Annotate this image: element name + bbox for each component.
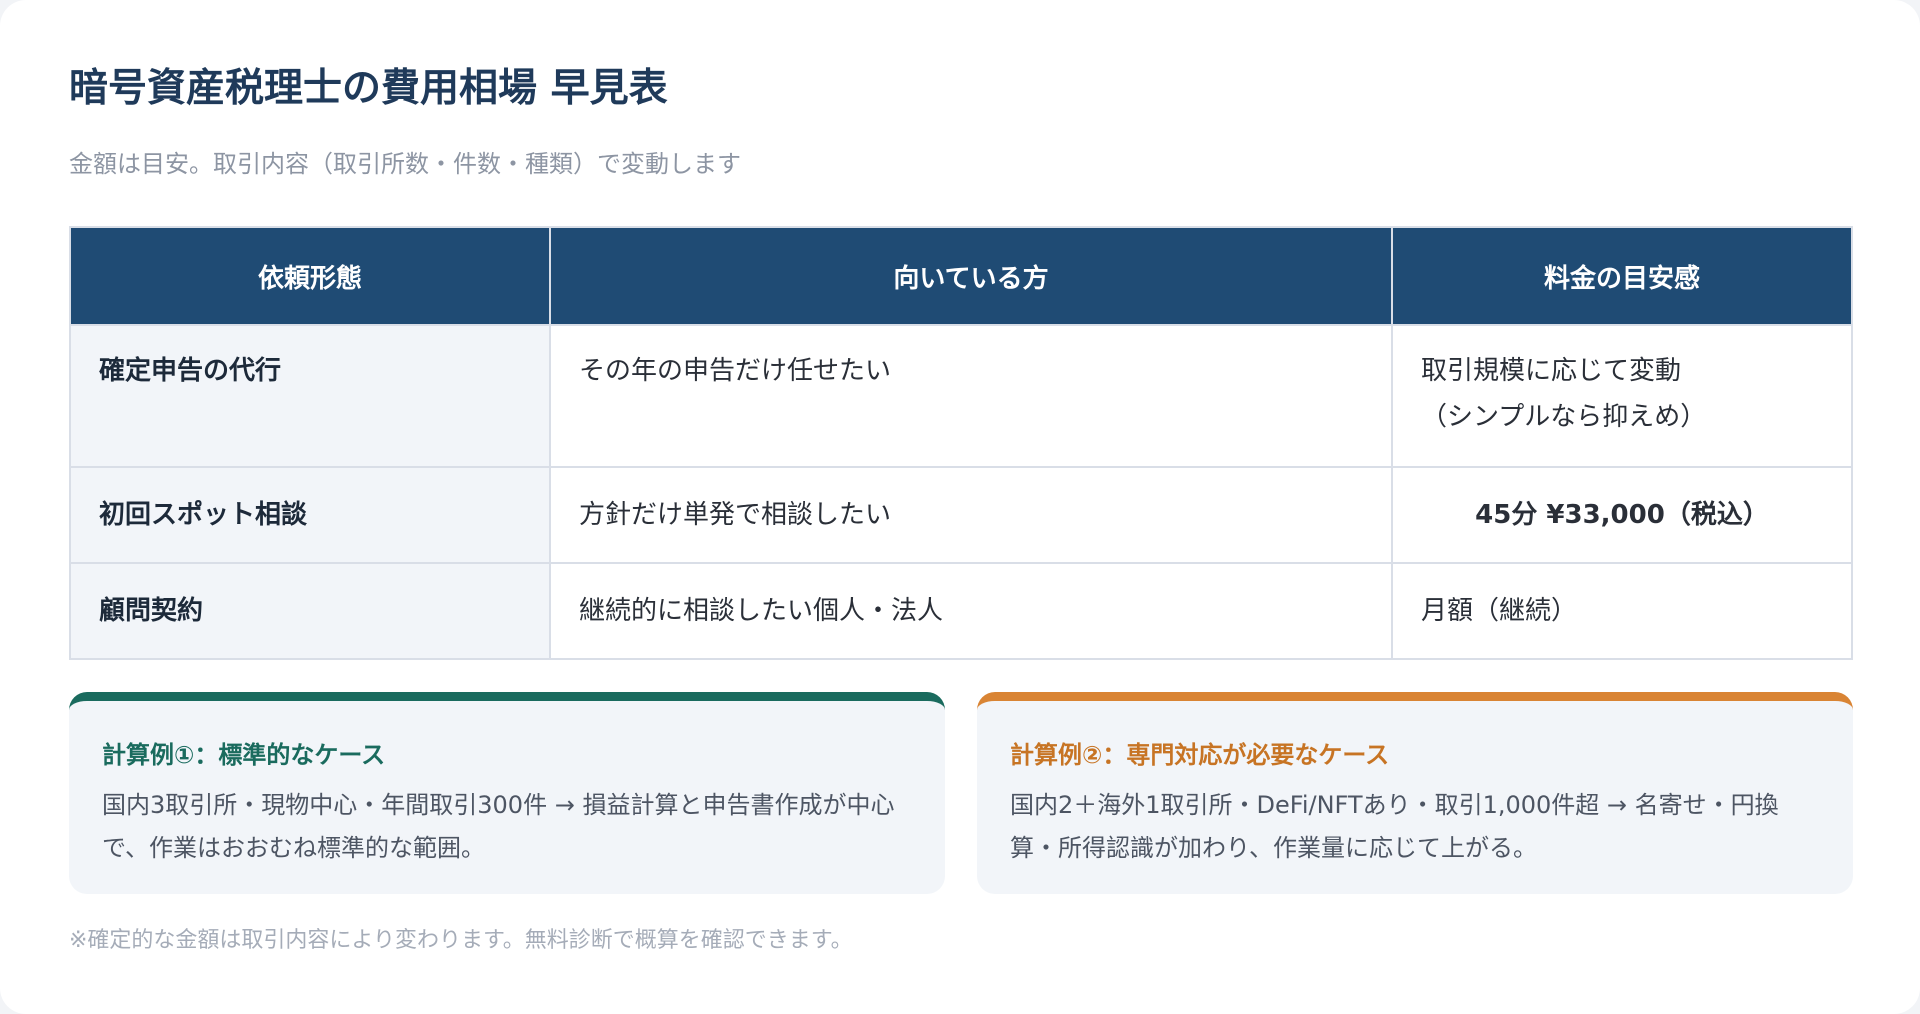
price-cell-highlight: 45分 ¥33,000（税込） (1391, 466, 1853, 564)
example-body: 国内3取引所・現物中心・年間取引300件 → 損益計算と申告書作成が中心で、作業… (102, 791, 895, 862)
fee-guide-card: 暗号資産税理士の費用相場 早見表 金額は目安。取引内容（取引所数・件数・種類）で… (0, 0, 1920, 1014)
price-cell: 取引規模に応じて変動 （シンプルなら抑えめ） (1391, 324, 1853, 468)
form-cell: 確定申告の代行 (69, 324, 551, 468)
form-cell: 顧問契約 (69, 562, 551, 660)
column-header-form: 依頼形態 (69, 226, 551, 326)
price-line: 取引規模に応じて変動 (1421, 356, 1682, 386)
example-card-standard: 計算例①：標準的なケース 国内3取引所・現物中心・年間取引300件 → 損益計算… (69, 692, 945, 894)
price-note: （シンプルなら抑えめ） (1421, 402, 1707, 432)
page-subtitle: 金額は目安。取引内容（取引所数・件数・種類）で変動します (69, 150, 741, 178)
table-row: 確定申告の代行 その年の申告だけ任せたい 取引規模に応じて変動 （シンプルなら抑… (69, 324, 1853, 468)
price-cell: 月額（継続） (1391, 562, 1853, 660)
example-title: 計算例②：専門対応が必要なケース (1010, 741, 1390, 769)
form-cell: 初回スポット相談 (69, 466, 551, 564)
target-cell: 方針だけ単発で相談したい (549, 466, 1393, 564)
footnote: ※確定的な金額は取引内容により変わります。無料診断で概算を確認できます。 (69, 928, 853, 953)
table-header-row: 依頼形態 向いている方 料金の目安感 (69, 226, 1853, 326)
example-title: 計算例①：標準的なケース (102, 741, 386, 769)
table-row: 初回スポット相談 方針だけ単発で相談したい 45分 ¥33,000（税込） (69, 466, 1853, 564)
table-row: 顧問契約 継続的に相談したい個人・法人 月額（継続） (69, 562, 1853, 660)
fee-table: 依頼形態 向いている方 料金の目安感 確定申告の代行 その年の申告だけ任せたい … (69, 226, 1853, 660)
example-card-specialized: 計算例②：専門対応が必要なケース 国内2＋海外1取引所・DeFi/NFTあり・取… (977, 692, 1853, 894)
target-cell: 継続的に相談したい個人・法人 (549, 562, 1393, 660)
column-header-price: 料金の目安感 (1391, 226, 1853, 326)
example-body: 国内2＋海外1取引所・DeFi/NFTあり・取引1,000件超 → 名寄せ・円換… (1010, 791, 1779, 862)
page-title: 暗号資産税理士の費用相場 早見表 (69, 66, 668, 111)
target-cell: その年の申告だけ任せたい (549, 324, 1393, 468)
column-header-target: 向いている方 (549, 226, 1393, 326)
